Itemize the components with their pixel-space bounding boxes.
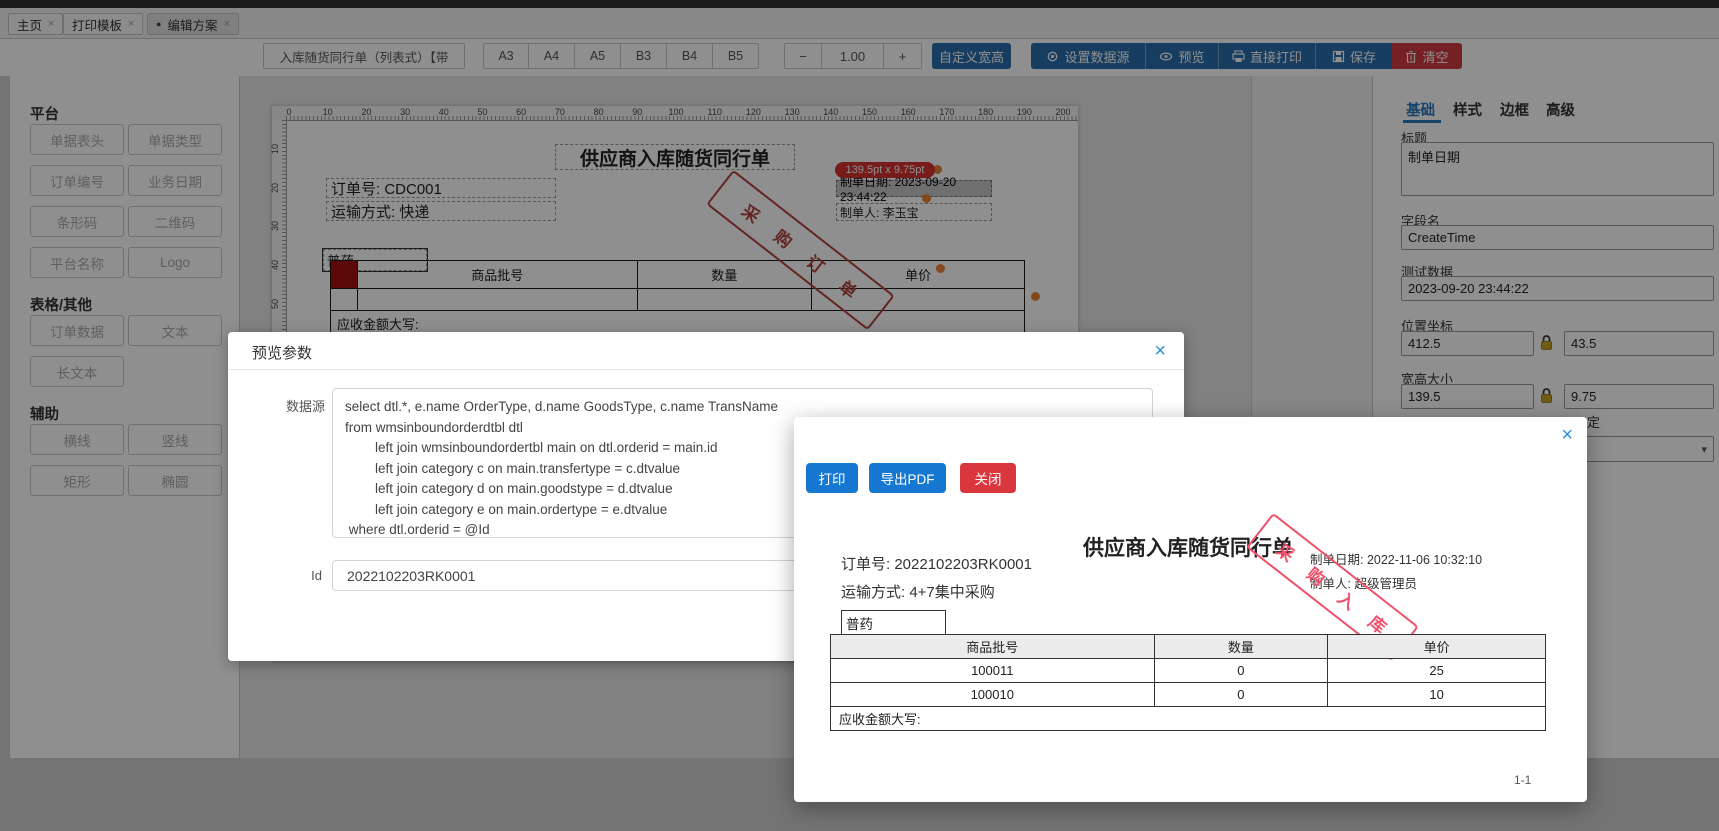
preview-table-cell: 100011 [831,659,1155,683]
preview-table-header-cell: 单价 [1328,635,1546,659]
id-label: Id [311,568,322,583]
close-icon[interactable]: × [1561,425,1573,445]
page-indicator: 1-1 [1514,773,1532,787]
preview-table-footer-row: 应收金额大写: [831,707,1546,731]
close-icon[interactable]: × [1154,341,1166,361]
preview-table-header-cell: 数量 [1154,635,1329,659]
dialog-header: 预览参数 × [228,332,1184,370]
print-button[interactable]: 打印 [806,463,858,493]
export-pdf-button[interactable]: 导出PDF [869,463,946,493]
datasource-label: 数据源 [285,399,325,414]
preview-order-no: 订单号: 2022102203RK0001 [841,556,1032,573]
print-preview-dialog: × 打印 导出PDF 关闭 供应商入库随货同行单 订单号: 2022102203… [794,417,1587,802]
preview-table-cell: 100010 [831,683,1155,707]
preview-table-row: 100010 0 10 [831,683,1546,707]
dialog-title: 预览参数 [252,345,313,362]
preview-table-cell: 10 [1328,683,1546,707]
preview-table-row: 100011 0 25 [831,659,1546,683]
preview-amount-words-cell: 应收金额大写: [831,707,1546,731]
preview-table-cell: 0 [1154,659,1329,683]
preview-table: 商品批号 数量 单价 100011 0 25 100010 0 10 应收金额大写: [830,634,1546,731]
close-button[interactable]: 关闭 [960,463,1016,493]
preview-table-cell: 0 [1154,683,1329,707]
preview-table-header-cell: 商品批号 [831,635,1155,659]
preview-drug-type: 普药 [841,610,946,636]
preview-table-cell: 25 [1328,659,1546,683]
preview-table-header-row: 商品批号 数量 单价 [831,635,1546,659]
preview-transport: 运输方式: 4+7集中采购 [841,584,995,601]
